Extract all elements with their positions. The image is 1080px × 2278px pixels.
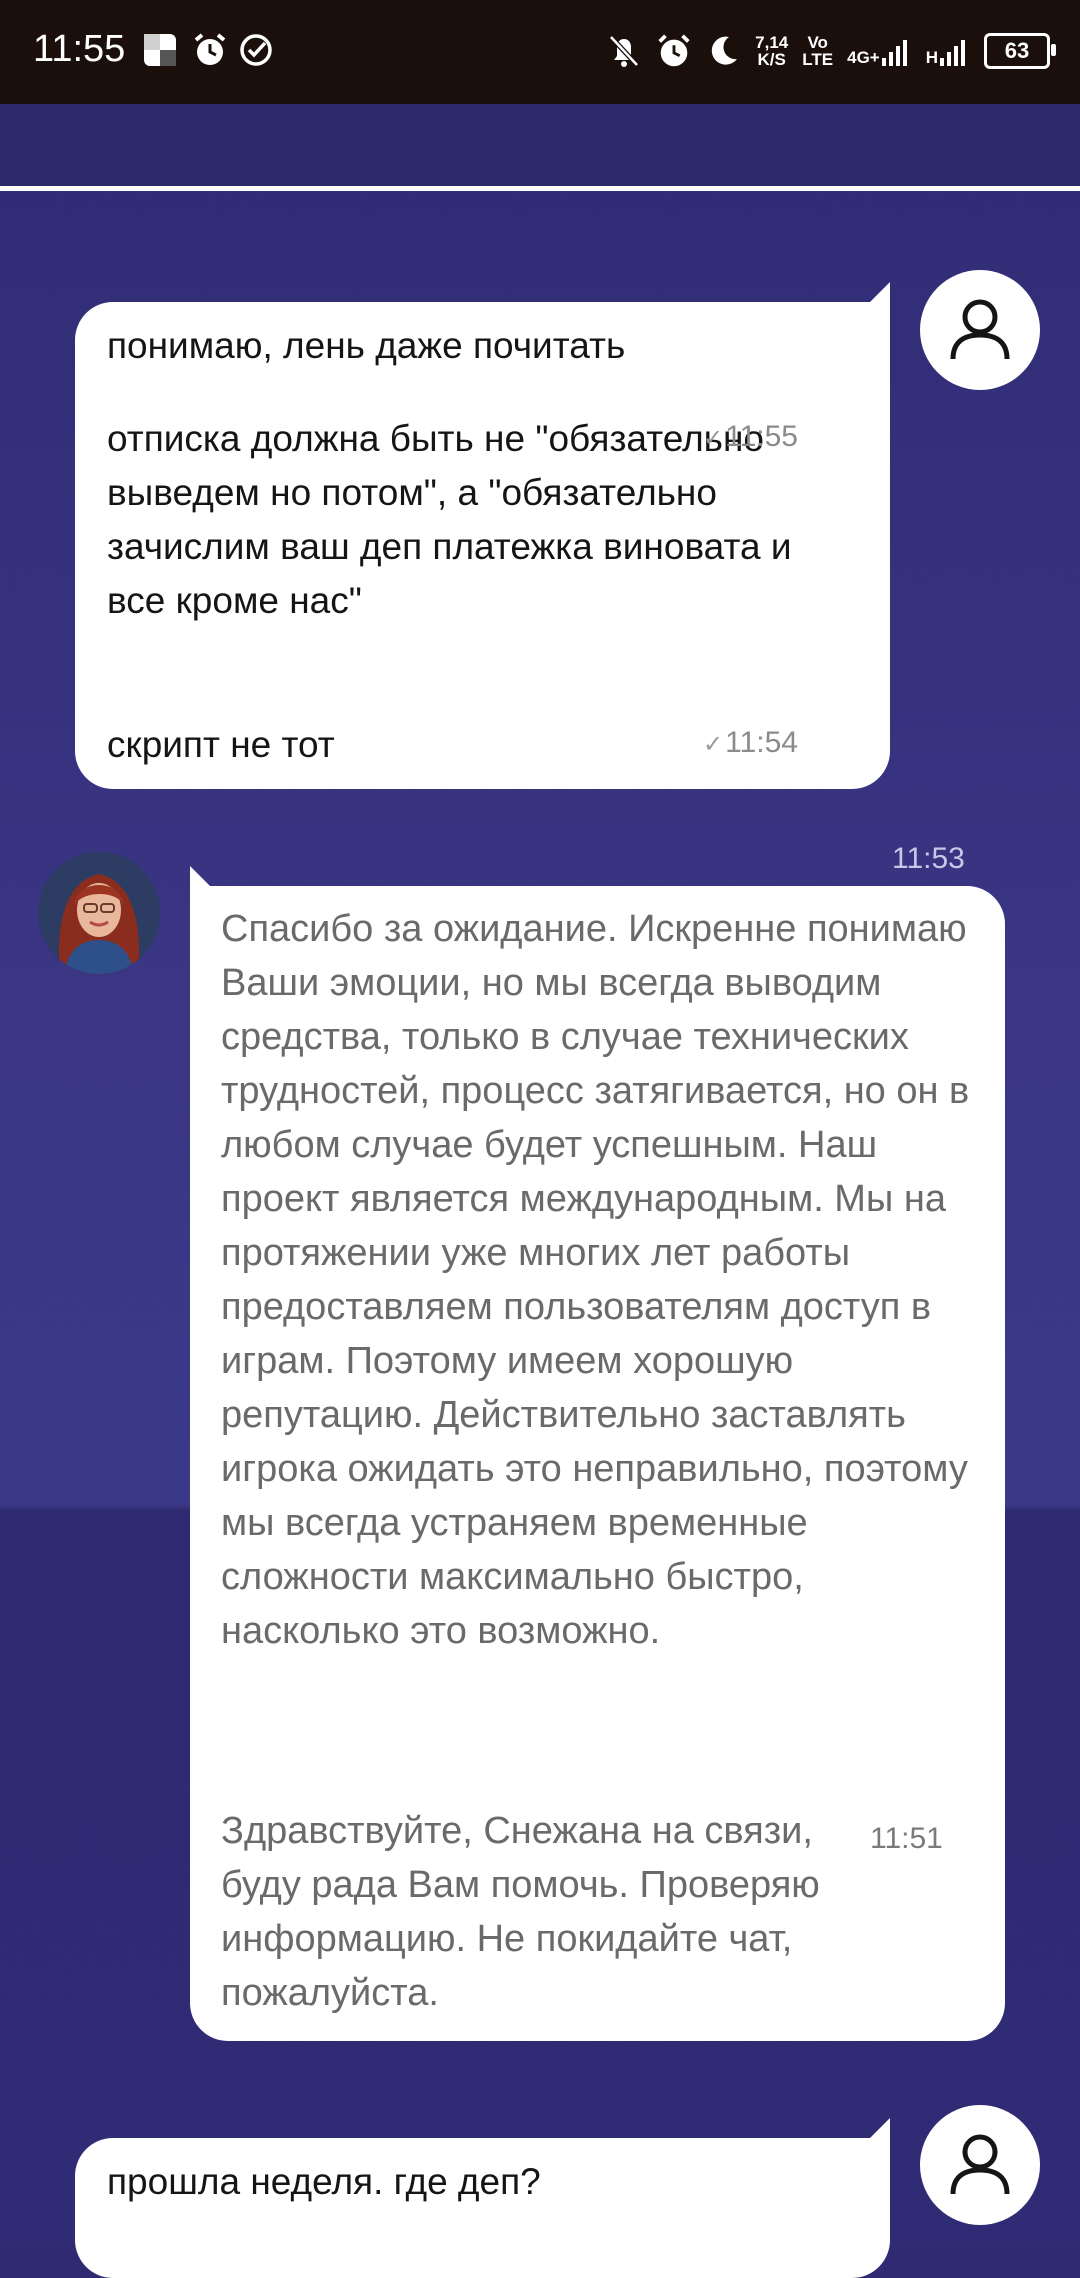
signal-bars-icon [881, 40, 907, 66]
time-label: 11:54 [725, 726, 798, 759]
chat-header [0, 104, 1080, 188]
volte-top: Vo [807, 33, 828, 52]
user-message-bubble: прошла неделя. где деп? [75, 2138, 890, 2278]
user-message-bubble: понимаю, лень даже почитать отписка долж… [75, 302, 890, 789]
user-icon [950, 299, 1010, 360]
message-text: Здравствуйте, Снежана на связи, буду рад… [221, 1810, 820, 2014]
alarm-icon [194, 33, 226, 65]
message-time: 11:51 [870, 1822, 943, 1855]
time-label: 11:55 [725, 420, 798, 453]
user-avatar [920, 2105, 1040, 2225]
bubble-tail [868, 2118, 890, 2140]
speed-unit: K/S [757, 50, 786, 69]
battery-level: 63 [1004, 38, 1030, 63]
message-time: ✓11:55 [703, 420, 798, 454]
agent-message-time: 11:53 [892, 842, 965, 875]
bubble-tail [190, 866, 212, 888]
status-bar: 11:55 7,14 K/S Vo LTE 4G+ H 63 [0, 0, 1080, 104]
network-type: 4G+ [847, 48, 880, 67]
app-notification-icon [144, 34, 176, 66]
message-text: отписка должна быть не "обязательно выве… [107, 418, 792, 621]
mute-bell-icon [609, 35, 639, 67]
network-type-2: H [925, 48, 938, 67]
volte-bottom: LTE [802, 50, 834, 69]
signal-bars-icon [940, 40, 965, 66]
user-icon [950, 2134, 1010, 2195]
agent-photo [38, 852, 160, 974]
sent-check-icon: ✓ [703, 425, 724, 452]
message-text: скрипт не тот [107, 724, 335, 765]
signal-4g: 4G+ [847, 36, 912, 66]
message-text: Спасибо за ожидание. Искренне понимаю Ва… [221, 908, 970, 1652]
battery-indicator: 63 [984, 33, 1056, 69]
moon-icon [711, 36, 738, 65]
sent-check-icon: ✓ [703, 731, 724, 758]
network-speed: 7,14 K/S [755, 34, 788, 68]
message-text: прошла неделя. где деп? [107, 2161, 541, 2202]
speed-value: 7,14 [755, 33, 789, 52]
status-time: 11:55 [33, 28, 126, 70]
alarm-clock-icon [658, 34, 690, 67]
status-right-group: 7,14 K/S Vo LTE 4G+ H 63 [607, 22, 1056, 80]
agent-message-bubble: Спасибо за ожидание. Искренне понимаю Ва… [190, 886, 1005, 2041]
header-divider [0, 186, 1080, 191]
message-time: ✓11:54 [703, 726, 798, 760]
signal-h: H [926, 36, 970, 66]
agent-avatar [38, 852, 160, 974]
message-text: понимаю, лень даже почитать [107, 325, 626, 366]
check-circle-icon [240, 34, 272, 66]
user-avatar [920, 270, 1040, 390]
volte-indicator: Vo LTE [802, 34, 833, 68]
bubble-tail [868, 282, 890, 304]
